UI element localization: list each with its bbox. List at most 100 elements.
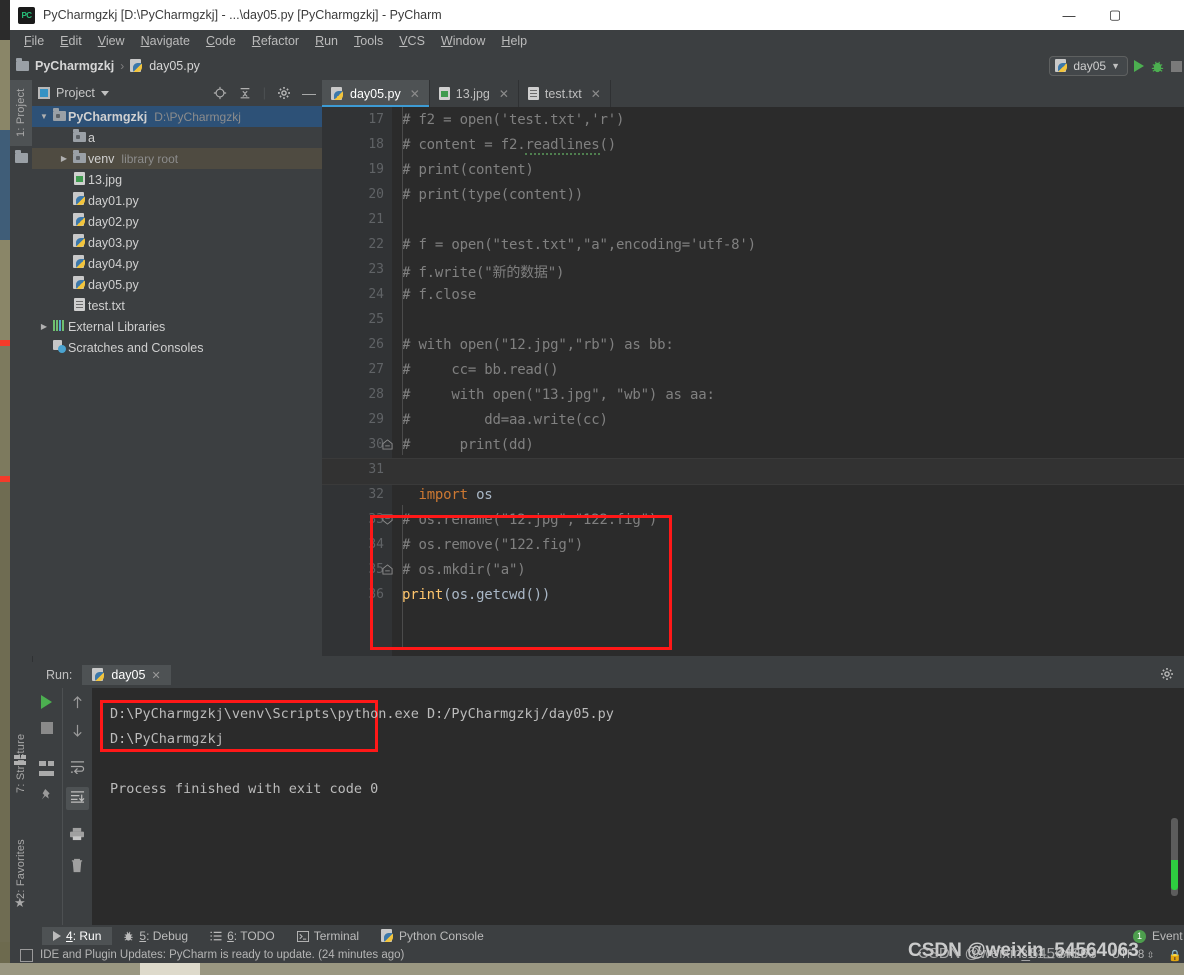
run-button[interactable]	[1134, 60, 1144, 72]
rerun-icon[interactable]	[41, 695, 53, 709]
tree-item-day01-py[interactable]: day01.py	[32, 190, 322, 211]
tree-item-scratches-and-consoles[interactable]: Scratches and Consoles	[32, 337, 322, 358]
menu-item-code[interactable]: Code	[198, 32, 244, 50]
pin-icon[interactable]	[40, 788, 54, 804]
layout-icon[interactable]	[38, 755, 55, 776]
code-area[interactable]: 17 18 19 20 21 22 23 24 25 26 27 28 29 30 31 32 33 34 35 36…	[322, 107, 1184, 656]
code-line[interactable]: # os.remove("122.fig")	[402, 537, 583, 553]
tree-item-label: PyCharmgzkj	[68, 109, 148, 124]
close-icon[interactable]: ✕	[151, 669, 160, 682]
python-icon	[92, 668, 105, 682]
disclosure-arrow-icon[interactable]: ▶	[58, 154, 70, 163]
project-tree[interactable]: ▼ PyCharmgzkj D:\PyCharmgzkj a ▶ venv library …	[32, 106, 322, 656]
disclosure-arrow-icon[interactable]: ▼	[38, 112, 50, 121]
run-console-output[interactable]: D:\PyCharmgzkj\venv\Scripts\python.exe D…	[92, 688, 1184, 925]
run-configuration-selector[interactable]: day05 ▼	[1049, 56, 1128, 76]
menu-item-refactor[interactable]: Refactor	[244, 32, 307, 50]
tree-item-13-jpg[interactable]: 13.jpg	[32, 169, 322, 190]
debug-button[interactable]	[1150, 59, 1165, 74]
bottom-tab-label: 5: Debug	[139, 929, 189, 943]
breadcrumb-project[interactable]: PyCharmgzkj	[16, 58, 114, 73]
code-line[interactable]: # with open("12.jpg","rb") as bb:	[402, 337, 674, 353]
menu-item-vcs[interactable]: VCS	[391, 32, 433, 50]
editor-tab-test-txt[interactable]: test.txt ✕	[519, 80, 611, 107]
sidebar-item-project[interactable]: 1: Project	[10, 80, 32, 146]
tree-item-pycharmgzkj[interactable]: ▼ PyCharmgzkj D:\PyCharmgzkj	[32, 106, 322, 127]
tree-item-venv[interactable]: ▶ venv library root	[32, 148, 322, 169]
menu-item-tools[interactable]: Tools	[346, 32, 391, 50]
window-title: PyCharmgzkj [D:\PyCharmgzkj] - ...\day05…	[43, 8, 442, 22]
code-line[interactable]: # cc= bb.read()	[402, 362, 559, 378]
bottom-tab-terminal[interactable]: Terminal	[286, 927, 370, 945]
code-line[interactable]: import os	[402, 487, 492, 503]
stop-icon[interactable]	[40, 722, 53, 734]
menu-item-view[interactable]: View	[90, 32, 133, 50]
code-line[interactable]: # print(dd)	[402, 437, 534, 453]
bottom-tab-4--run[interactable]: 4: Run	[42, 927, 113, 945]
lock-icon[interactable]: 🔒	[1168, 949, 1182, 962]
code-line[interactable]: # dd=aa.write(cc)	[402, 412, 608, 428]
down-arrow-icon[interactable]	[71, 723, 84, 738]
editor-gutter[interactable]: 17 18 19 20 21 22 23 24 25 26 27 28 29 30 31 32 33 34 35 36	[322, 107, 393, 656]
collapse-all-icon[interactable]	[238, 86, 252, 100]
trash-icon[interactable]	[70, 858, 84, 873]
tree-item-day05-py[interactable]: day05.py	[32, 274, 322, 295]
run-tab-label: day05	[111, 668, 146, 682]
minimize-button[interactable]: —	[1046, 0, 1092, 30]
code-line[interactable]: # f2 = open('test.txt','r')	[402, 112, 624, 128]
menu-item-navigate[interactable]: Navigate	[133, 32, 198, 50]
code-line[interactable]: # with open("13.jpg", "wb") as aa:	[402, 387, 715, 403]
close-icon[interactable]: ✕	[499, 87, 509, 101]
maximize-button[interactable]: ▢	[1092, 0, 1138, 30]
code-line[interactable]: # f.write("新的数据")	[402, 262, 564, 282]
project-view-icon	[38, 87, 50, 99]
line-number: 20	[368, 187, 384, 202]
breadcrumb-file-label: day05.py	[149, 59, 200, 73]
select-opened-file-icon[interactable]	[213, 86, 227, 100]
tree-item-day03-py[interactable]: day03.py	[32, 232, 322, 253]
event-log-area[interactable]: 1 Event Log	[1132, 929, 1184, 943]
code-line[interactable]: # f = open("test.txt","a",encoding='utf-…	[402, 237, 756, 253]
code-line[interactable]: # os.mkdir("a")	[402, 562, 526, 578]
main-window: PC PyCharmgzkj [D:\PyCharmgzkj] - ...\da…	[10, 0, 1184, 963]
run-tab-day05[interactable]: day05 ✕	[82, 665, 171, 685]
breadcrumb-file[interactable]: day05.py	[130, 59, 200, 73]
project-panel-title[interactable]: Project	[38, 86, 109, 100]
editor-tab-day05-py[interactable]: day05.py ✕	[322, 80, 430, 107]
bottom-tab-6--todo[interactable]: 6: TODO	[199, 927, 286, 945]
code-line[interactable]: # print(content)	[402, 162, 534, 178]
code-line[interactable]: print(os.getcwd())	[402, 587, 550, 603]
menu-item-edit[interactable]: Edit	[52, 32, 90, 50]
menu-item-file[interactable]: File	[16, 32, 52, 50]
code-line[interactable]: # content = f2.readlines()	[402, 137, 616, 155]
menu-item-help[interactable]: Help	[493, 32, 535, 50]
bottom-tab-5--debug[interactable]: 5: Debug	[112, 927, 199, 945]
disclosure-arrow-icon[interactable]: ▶	[38, 322, 50, 331]
tree-item-day04-py[interactable]: day04.py	[32, 253, 322, 274]
status-update-message[interactable]: IDE and Plugin Updates: PyCharm is ready…	[40, 949, 404, 961]
tree-item-a[interactable]: a	[32, 127, 322, 148]
gear-icon[interactable]	[277, 86, 291, 100]
code-line[interactable]: # print(type(content))	[402, 187, 583, 203]
stop-button[interactable]	[1171, 60, 1182, 72]
run-settings-icon[interactable]	[1160, 667, 1184, 684]
bottom-tab-python-console[interactable]: Python Console	[370, 927, 495, 945]
tree-item-external-libraries[interactable]: ▶ External Libraries	[32, 316, 322, 337]
close-icon[interactable]: ✕	[410, 87, 420, 101]
menu-item-run[interactable]: Run	[307, 32, 346, 50]
tree-item-day02-py[interactable]: day02.py	[32, 211, 322, 232]
menu-item-window[interactable]: Window	[433, 32, 493, 50]
tree-item-label: day03.py	[88, 235, 139, 250]
print-icon[interactable]	[69, 827, 85, 841]
hide-panel-icon[interactable]: —	[302, 86, 316, 100]
code-line[interactable]: # os.rename("12.jpg","122.fig")	[402, 512, 657, 528]
scroll-to-end-icon[interactable]	[65, 787, 89, 810]
close-button[interactable]	[1138, 0, 1184, 30]
code-line[interactable]: # f.close	[402, 287, 476, 303]
close-icon[interactable]: ✕	[591, 87, 601, 101]
tree-item-test-txt[interactable]: test.txt	[32, 295, 322, 316]
editor-tab-13-jpg[interactable]: 13.jpg ✕	[430, 80, 519, 107]
up-arrow-icon[interactable]	[71, 695, 84, 710]
code-lines[interactable]: # f2 = open('test.txt','r') # content = f…	[392, 107, 1184, 656]
soft-wrap-icon[interactable]	[70, 760, 85, 774]
